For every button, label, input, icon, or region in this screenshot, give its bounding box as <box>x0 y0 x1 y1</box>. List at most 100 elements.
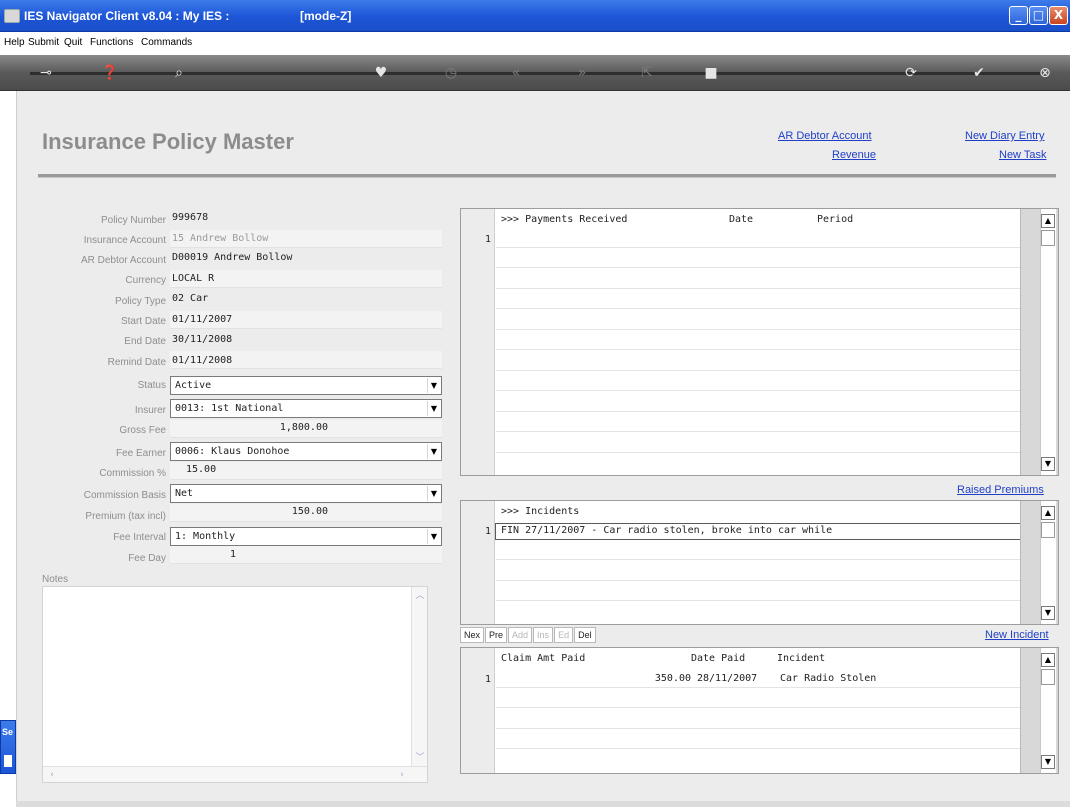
claims-grid[interactable]: Claim Amt Paid Date Paid Incident 1 350.… <box>460 647 1059 774</box>
add-button[interactable]: Add <box>508 627 533 643</box>
title-bar[interactable]: IES Navigator Client v8.04 : My IES : [m… <box>0 0 1070 32</box>
menu-commands[interactable]: Commands <box>141 37 192 48</box>
incident-row-number: 1 <box>485 526 492 537</box>
fast-forward-icon[interactable]: » <box>572 64 592 82</box>
premium-value[interactable]: 150.00 <box>188 506 328 517</box>
key-icon[interactable]: ⊸ <box>36 64 56 82</box>
stop-icon[interactable]: ■ <box>701 64 721 82</box>
scroll-up-icon[interactable]: ▲ <box>1041 214 1055 228</box>
minimize-button[interactable]: _ <box>1009 6 1028 25</box>
insurance-account-value[interactable]: 15 Andrew Bollow <box>172 233 268 244</box>
scroll-down-icon[interactable]: ▼ <box>1041 457 1055 471</box>
ar-debtor-account-value[interactable]: D00019 Andrew Bollow <box>172 252 292 263</box>
menu-help[interactable]: Help <box>4 37 25 48</box>
scroll-down-icon[interactable]: ▼ <box>1041 606 1055 620</box>
start-date-label: Start Date <box>120 316 166 327</box>
incidents-scroll-thumb[interactable] <box>1041 522 1055 538</box>
chevron-down-icon[interactable]: ▼ <box>427 486 440 501</box>
delete-button[interactable]: Del <box>574 627 596 643</box>
insert-button[interactable]: Ins <box>533 627 554 643</box>
scroll-left-icon[interactable]: ‹ <box>45 768 59 782</box>
chevron-down-icon[interactable]: ▼ <box>427 444 440 459</box>
currency-value[interactable]: LOCAL R <box>172 273 214 284</box>
claims-scroll-thumb[interactable] <box>1041 669 1055 685</box>
claim-amount[interactable]: 350.00 <box>591 673 691 684</box>
rewind-icon[interactable]: « <box>506 64 526 82</box>
claim-date[interactable]: 28/11/2007 <box>697 673 757 684</box>
maximize-button[interactable]: □ <box>1029 6 1048 25</box>
page-title: Insurance Policy Master <box>42 129 294 154</box>
claim-incident[interactable]: Car Radio Stolen <box>780 673 876 684</box>
edit-button[interactable]: Ed <box>554 627 574 643</box>
fee-interval-label: Fee Interval <box>113 532 166 543</box>
menu-submit[interactable]: Submit <box>28 37 59 48</box>
close-button[interactable]: X <box>1049 6 1068 25</box>
next-button[interactable]: Nex <box>460 627 485 643</box>
clock-icon[interactable]: ◷ <box>441 64 461 82</box>
incidents-scroll-panel: ▲ ▼ <box>1020 501 1058 624</box>
commission-basis-dropdown[interactable]: Net ▼ <box>170 484 442 503</box>
check-icon[interactable]: ✔ <box>969 64 989 82</box>
remind-date-value[interactable]: 01/11/2008 <box>172 355 232 366</box>
search-icon[interactable]: ⌕ <box>169 64 189 82</box>
claims-row-gutter <box>461 648 495 773</box>
scroll-down-icon[interactable]: ▼ <box>1041 755 1055 769</box>
scroll-up-icon[interactable]: ︿ <box>413 589 427 603</box>
premium-label: Premium (tax incl) <box>85 511 166 522</box>
new-incident-link[interactable]: New Incident <box>985 629 1049 641</box>
payments-scroll-track[interactable] <box>1040 209 1056 475</box>
gross-fee-value[interactable]: 1,800.00 <box>188 422 328 433</box>
header-divider <box>38 174 1056 178</box>
menu-quit[interactable]: Quit <box>64 37 82 48</box>
export-icon[interactable]: ⇱ <box>637 64 657 82</box>
row-divider <box>496 452 1021 453</box>
notes-vertical-scrollbar[interactable]: ︿ ﹀ <box>411 587 427 767</box>
claims-col-date: Date Paid <box>691 653 746 664</box>
background-window-tab[interactable]: Se <box>0 720 16 774</box>
raised-premiums-link[interactable]: Raised Premiums <box>957 484 1044 496</box>
policy-type-value[interactable]: 02 Car <box>172 293 208 304</box>
scroll-right-icon[interactable]: › <box>395 768 409 782</box>
incidents-grid[interactable]: >>> Incidents 1 FIN 27/11/2007 - Car rad… <box>460 500 1059 625</box>
fee-day-value[interactable]: 1 <box>230 549 236 560</box>
row-divider <box>496 247 1021 248</box>
heart-icon[interactable]: ♥ <box>371 64 391 82</box>
help-icon[interactable]: ❓ <box>100 64 120 82</box>
policy-number-value[interactable]: 999678 <box>172 212 208 223</box>
close-icon[interactable]: ⊗ <box>1035 64 1055 82</box>
fee-earner-dropdown[interactable]: 0006: Klaus Donohoe ▼ <box>170 442 442 461</box>
insurer-dropdown[interactable]: 0013: 1st National ▼ <box>170 399 442 418</box>
payments-scroll-panel: ▲ ▼ <box>1020 209 1058 475</box>
start-date-value[interactable]: 01/11/2007 <box>172 314 232 325</box>
end-date-label: End Date <box>124 336 166 347</box>
chevron-down-icon[interactable]: ▼ <box>427 529 440 544</box>
end-date-value[interactable]: 30/11/2008 <box>172 334 232 345</box>
notes-textarea[interactable]: ︿ ﹀ ‹ › <box>42 586 428 783</box>
notes-horizontal-scrollbar[interactable]: ‹ › <box>43 766 427 782</box>
row-divider <box>496 329 1021 330</box>
incidents-header: >>> Incidents <box>501 506 580 517</box>
new-task-link[interactable]: New Task <box>999 149 1046 161</box>
new-diary-entry-link[interactable]: New Diary Entry <box>965 130 1044 142</box>
payments-grid[interactable]: >>> Payments Received Date Period 1 ▲ ▼ <box>460 208 1059 476</box>
payments-col-received: >>> Payments Received <box>501 214 628 225</box>
scroll-up-icon[interactable]: ▲ <box>1041 506 1055 520</box>
refresh-icon[interactable]: ⟳ <box>901 64 921 82</box>
scroll-down-icon[interactable]: ﹀ <box>413 751 427 765</box>
ar-debtor-account-link[interactable]: AR Debtor Account <box>778 130 872 142</box>
payments-row-gutter <box>461 209 495 475</box>
fee-interval-dropdown[interactable]: 1: Monthly ▼ <box>170 527 442 546</box>
status-dropdown[interactable]: Active ▼ <box>170 376 442 395</box>
payments-scroll-thumb[interactable] <box>1041 230 1055 246</box>
scroll-up-icon[interactable]: ▲ <box>1041 653 1055 667</box>
fee-earner-label: Fee Earner <box>115 448 166 459</box>
incident-text[interactable]: FIN 27/11/2007 - Car radio stolen, broke… <box>501 525 832 536</box>
commission-pct-value[interactable]: 15.00 <box>186 464 216 475</box>
menu-functions[interactable]: Functions <box>90 37 133 48</box>
claim-row-number: 1 <box>485 674 492 685</box>
ar-debtor-account-label: AR Debtor Account <box>80 255 166 266</box>
chevron-down-icon[interactable]: ▼ <box>427 401 440 416</box>
revenue-link[interactable]: Revenue <box>832 149 876 161</box>
chevron-down-icon[interactable]: ▼ <box>427 378 440 393</box>
previous-button[interactable]: Pre <box>485 627 508 643</box>
